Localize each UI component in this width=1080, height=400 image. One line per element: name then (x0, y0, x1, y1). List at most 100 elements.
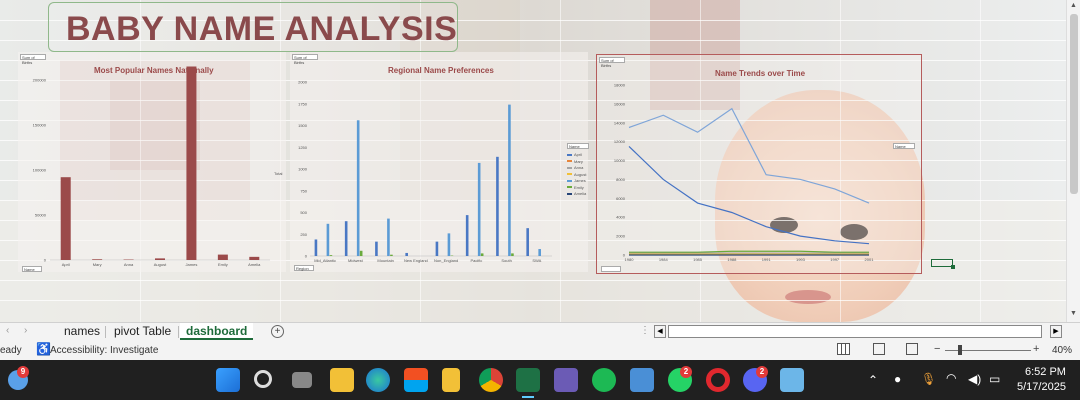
y-tick-label: 0 (305, 254, 308, 259)
legend-filter-button[interactable]: Name (893, 143, 915, 149)
x-tick-label: 1988 (727, 257, 737, 262)
y-tick-label: 250 (300, 232, 307, 237)
hscroll-right-arrow[interactable]: ▶ (1050, 325, 1062, 338)
x-tick-label: 1980 (625, 257, 635, 262)
scroll-down-arrow[interactable]: ▼ (1070, 310, 1077, 317)
bar (329, 255, 333, 256)
bar (465, 215, 469, 256)
clock-date[interactable]: 5/17/2025 (1017, 381, 1066, 393)
splitter-icon[interactable]: ⋮ (640, 325, 650, 336)
bar (249, 256, 260, 260)
search-icon[interactable] (254, 370, 272, 388)
chart-regional-preferences[interactable]: Sum of Births Regional Name Preferences … (290, 52, 588, 272)
page-break-icon[interactable] (906, 343, 918, 355)
snipping-tool-icon[interactable] (554, 368, 578, 392)
zoom-level[interactable]: 40% (1052, 345, 1072, 356)
legend-entry: August (567, 172, 586, 177)
bar (314, 239, 318, 256)
accessibility-status[interactable]: Accessibility: Investigate (50, 345, 158, 356)
microsoft-store-icon[interactable] (404, 368, 428, 392)
x-tick-label: Mid_Atlantic (314, 258, 336, 263)
wifi-icon[interactable]: ◠ (946, 371, 956, 385)
zoom-in-icon[interactable]: + (1033, 343, 1039, 355)
normal-view-icon[interactable] (837, 343, 850, 355)
legend-entry: Anna (567, 165, 583, 170)
power-bi-icon[interactable] (442, 368, 460, 392)
start-button-icon[interactable] (216, 368, 240, 392)
microphone-icon[interactable]: 🎙 (921, 372, 936, 386)
field-dropdown-name[interactable] (601, 266, 621, 272)
network-error-icon[interactable]: ● (894, 372, 901, 386)
x-tick-label: 1984 (659, 257, 669, 262)
bar (92, 259, 103, 260)
bar-chart-popular: 200000 150000 100000 50000 0 April Mary Anna Aug… (33, 66, 270, 267)
x-tick-label: New England (404, 258, 428, 263)
chart-popular-names[interactable]: Sum of Births Most Popular Names Nationa… (18, 52, 286, 272)
selected-cell[interactable] (931, 259, 953, 267)
battery-icon[interactable]: ▭ (989, 372, 1000, 386)
x-tick-label: Pacific (470, 258, 482, 263)
ready-status: eady (0, 345, 22, 356)
spreadsheet-canvas[interactable]: BABY NAME ANALYSIS Sum of Births Most Po… (0, 0, 1066, 322)
y-tick-label: 4000 (616, 215, 626, 220)
bar (405, 252, 408, 256)
chart-name-trends[interactable]: Sum of Births Name Trends over Time 1800… (596, 54, 922, 274)
notepad-icon[interactable] (780, 368, 804, 392)
x-tick-label: James (186, 262, 198, 267)
clock-time[interactable]: 6:52 PM (1025, 366, 1066, 378)
tab-dashboard[interactable]: dashboard (180, 323, 254, 340)
y-tick-label: 750 (300, 188, 307, 193)
bar (326, 223, 330, 256)
excel-icon[interactable] (516, 368, 540, 392)
horizontal-scrollbar[interactable] (668, 325, 1042, 338)
y-tick-label: 6000 (616, 196, 626, 201)
accessibility-icon[interactable]: ♿ (36, 342, 51, 356)
x-tick-label: South (501, 258, 511, 263)
hscroll-left-arrow[interactable]: ◀ (654, 325, 666, 338)
field-dropdown-name[interactable]: Name (22, 266, 42, 272)
x-tick-label: Mary (93, 262, 102, 267)
bar (186, 66, 197, 260)
y-tick-label: 150000 (33, 123, 47, 128)
y-tick-label: 0 (44, 258, 47, 263)
x-tick-label: August (154, 262, 167, 267)
scroll-up-arrow[interactable]: ▲ (1070, 2, 1077, 9)
file-explorer-icon[interactable] (330, 368, 354, 392)
x-tick-label: Non_England (434, 258, 458, 263)
bar (217, 254, 228, 260)
tab-names[interactable]: names (58, 323, 106, 340)
teams-icon[interactable] (630, 368, 654, 392)
legend-trends: Name (893, 143, 923, 203)
bar (508, 104, 511, 256)
bar-chart-regional: 2000 1750 1500 1250 1000 750 500 250 0 Mid_Atlant… (298, 80, 552, 263)
vertical-scrollbar[interactable]: ▲ ▼ (1066, 0, 1080, 322)
chrome-icon[interactable] (479, 368, 503, 392)
task-view-icon[interactable] (292, 372, 312, 388)
spotify-icon[interactable] (592, 368, 616, 392)
opera-icon[interactable] (706, 368, 730, 392)
field-dropdown-region[interactable]: Region (294, 265, 314, 271)
zoom-slider-thumb[interactable] (958, 345, 962, 355)
show-hidden-icons-chevron-icon[interactable]: ⌃ (868, 373, 878, 387)
x-tick-label: 1991 (762, 257, 772, 262)
legend-entry: James (567, 178, 586, 183)
legend-entry: Amelia (567, 191, 586, 196)
tab-nav-prev-icon[interactable]: ‹ (6, 325, 9, 336)
edge-browser-icon[interactable] (366, 368, 390, 392)
tab-pivot-table[interactable]: pivot Table (108, 323, 177, 340)
whatsapp-badge: 2 (680, 366, 692, 378)
tab-nav-next-icon[interactable]: › (24, 325, 27, 336)
page-layout-icon[interactable] (873, 343, 885, 355)
zoom-out-icon[interactable]: − (934, 343, 940, 355)
fill-handle[interactable] (951, 265, 955, 269)
scroll-thumb[interactable] (1070, 14, 1078, 194)
bar (511, 253, 514, 256)
bar (344, 221, 348, 256)
bar (477, 162, 481, 256)
add-sheet-icon[interactable]: + (271, 325, 284, 338)
x-tick-label: 1985 (693, 257, 703, 262)
y-tick-label: 18000 (614, 83, 626, 88)
legend-filter-button[interactable]: Name (567, 143, 589, 149)
volume-icon[interactable]: ◀) (968, 372, 981, 386)
bar (60, 177, 71, 260)
